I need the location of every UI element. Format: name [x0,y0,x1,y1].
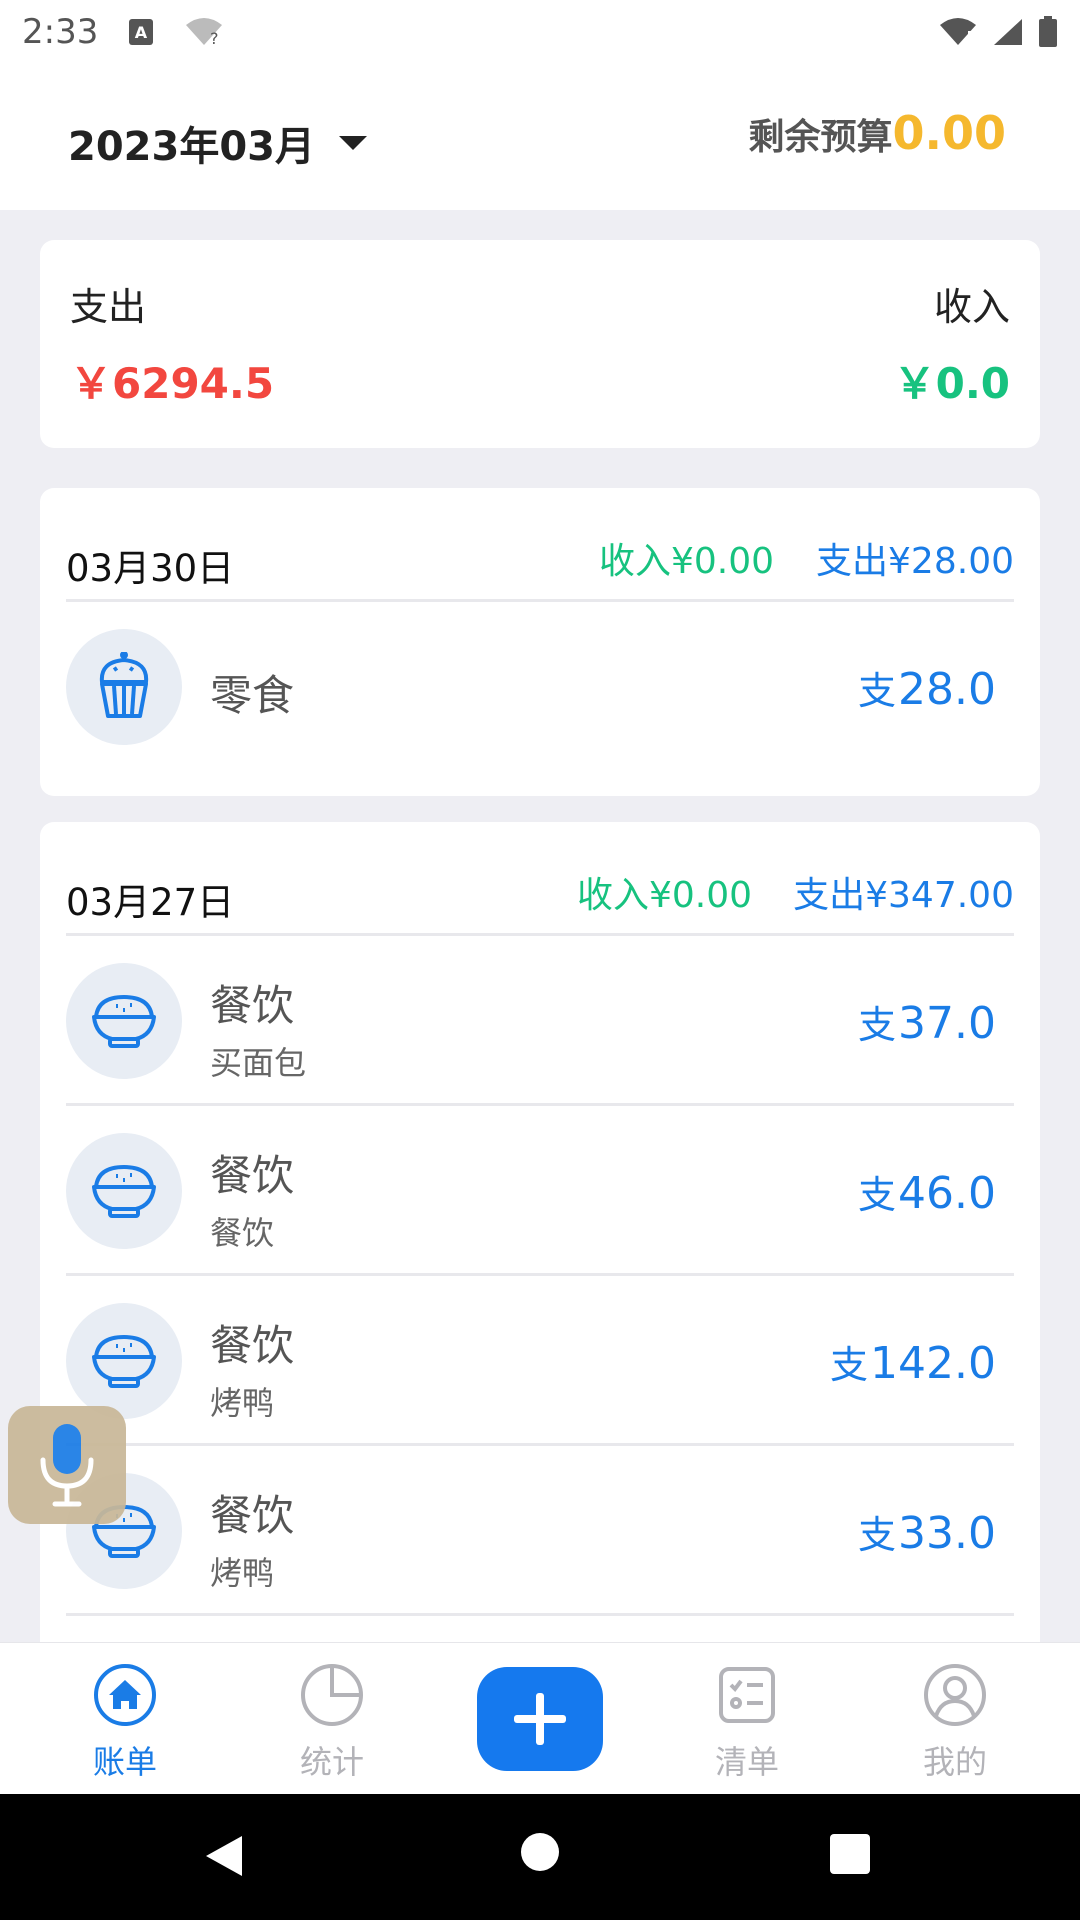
transaction-row[interactable]: 餐饮 餐饮 支 46.0 [66,1106,1014,1276]
amount-prefix: 支 [830,1343,869,1387]
category-name: 餐饮 [210,1151,295,1200]
month-picker[interactable]: 2023年03月 [68,114,367,172]
cell-signal-icon [992,17,1024,47]
remaining-budget: 剩余预算 0.00 [748,106,1006,160]
nav-label: 清单 [714,1743,779,1781]
amount-prefix: 支 [858,1003,897,1047]
monthly-summary-card: 支出 收入 ￥6294.5 ￥0.0 [40,240,1040,448]
category-name: 餐饮 [210,981,295,1030]
microphone-icon [40,1424,94,1507]
income-label: 收入 [933,285,1010,329]
nav-profile[interactable]: 我的 [885,1663,1025,1783]
svg-text:?: ? [210,29,219,47]
pie-chart-icon [300,1663,364,1727]
amount-value: 28.0 [898,664,996,715]
home-icon [93,1663,157,1727]
transaction-row[interactable]: 餐饮 烤鸭 支 142.0 [66,1276,1014,1446]
nav-list[interactable]: 清单 [677,1663,817,1783]
transaction-amount: 支 33.0 [858,1504,996,1559]
expense-label: 支出 [70,285,147,329]
transaction-amount: 支 28.0 [858,660,996,715]
nav-label: 我的 [922,1743,987,1781]
back-icon[interactable] [204,1834,244,1878]
recents-square-icon[interactable] [830,1834,870,1874]
svg-text:A: A [135,23,148,42]
budget-label: 剩余预算 [748,117,893,158]
nav-label: 账单 [92,1743,157,1781]
wifi-icon [938,17,978,47]
add-record-button[interactable] [477,1667,603,1771]
day-date: 03月30日 [66,547,235,590]
rice-bowl-icon [66,1133,182,1249]
rice-bowl-icon [66,963,182,1079]
amount-value: 142.0 [870,1338,996,1389]
transaction-amount: 支 142.0 [830,1334,996,1389]
nav-stats[interactable]: 统计 [262,1663,402,1783]
caret-down-icon [339,136,367,150]
budget-value: 0.00 [892,106,1007,160]
bottom-nav: 账单 统计 清单 我的 [0,1642,1080,1794]
user-icon [923,1663,987,1727]
checklist-icon [715,1663,779,1727]
day-income: 收入¥0.00 [598,541,774,582]
keyboard-notification-icon: A [128,18,154,46]
amount-prefix: 支 [858,1173,897,1217]
transaction-note: 烤鸭 [210,1554,275,1592]
transaction-row[interactable]: 零食 支 28.0 [66,602,1014,772]
battery-icon [1038,16,1058,48]
transaction-note: 烤鸭 [210,1384,275,1422]
home-circle-icon[interactable] [521,1833,559,1871]
nav-label: 统计 [299,1743,364,1781]
transaction-row[interactable]: 餐饮 烤鸭 支 33.0 [66,1446,1014,1616]
day-card: 03月27日 收入¥0.00 支出¥347.00 餐饮 买面包 支 37.0 餐… [40,822,1040,1642]
status-bar: 2:33 A ? [0,0,1080,64]
wifi-unknown-icon: ? [184,17,224,47]
voice-input-button[interactable] [8,1406,126,1524]
day-header: 03月27日 收入¥0.00 支出¥347.00 [66,822,1014,936]
transaction-amount: 支 46.0 [858,1164,996,1219]
month-label: 2023年03月 [68,124,315,170]
day-date: 03月27日 [66,881,235,924]
day-expense: 支出¥28.00 [816,541,1014,582]
cupcake-icon [66,629,182,745]
system-nav-bar [0,1794,1080,1920]
amount-prefix: 支 [858,1513,897,1557]
amount-prefix: 支 [858,669,897,713]
status-time: 2:33 [22,12,99,52]
day-expense: 支出¥347.00 [793,875,1014,916]
day-header: 03月30日 收入¥0.00 支出¥28.00 [66,488,1014,602]
transaction-note: 餐饮 [210,1214,275,1252]
amount-value: 37.0 [898,998,996,1049]
transaction-row[interactable]: 餐饮 买面包 支 37.0 [66,936,1014,1106]
amount-value: 33.0 [898,1508,996,1559]
income-total: ￥0.0 [893,359,1010,408]
category-name: 餐饮 [210,1491,295,1540]
day-income: 收入¥0.00 [576,875,752,916]
nav-bills[interactable]: 账单 [55,1663,195,1783]
category-name: 餐饮 [210,1321,295,1370]
category-name: 零食 [210,671,295,720]
expense-total: ￥6294.5 [70,359,275,408]
transaction-amount: 支 37.0 [858,994,996,1049]
amount-value: 46.0 [898,1168,996,1219]
transaction-note: 买面包 [210,1044,307,1082]
rice-bowl-icon [66,1303,182,1419]
header: 2023年03月 剩余预算 0.00 [0,64,1080,210]
plus-icon [514,1693,566,1745]
day-card: 03月30日 收入¥0.00 支出¥28.00 零食 支 28.0 [40,488,1040,796]
